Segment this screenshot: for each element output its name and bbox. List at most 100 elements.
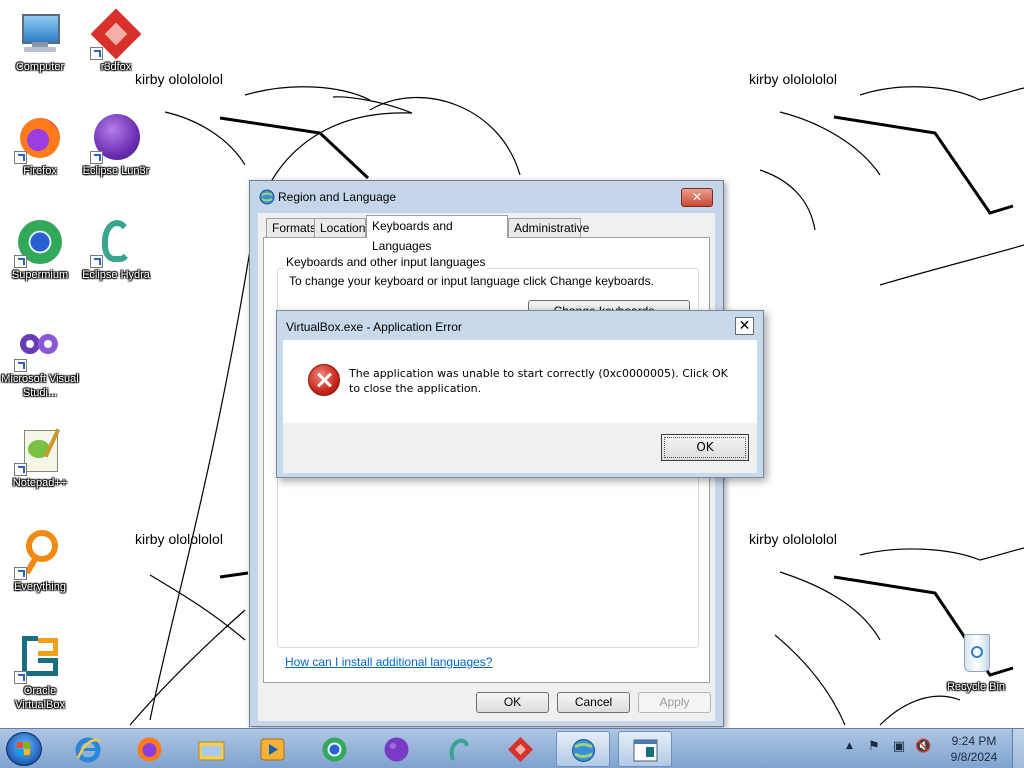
show-desktop-button[interactable] [1012,729,1024,768]
apply-button[interactable]: Apply [638,692,711,713]
taskbar-eclipse-lun3r[interactable] [370,731,424,767]
r3dfox-icon [90,8,142,60]
desktop-icon-label: Microsoft Visual Studi... [1,373,79,399]
group-title: Keyboards and other input languages [284,255,488,269]
desktop-icon-label: Firefox [23,165,57,177]
file-explorer-icon [198,741,225,761]
volume-muted-icon[interactable]: 🔇 [915,739,931,755]
error-close-button[interactable]: ✕ [735,317,754,335]
desktop-icon-label: Computer [15,61,65,73]
taskbar-media-player[interactable] [246,731,300,767]
close-icon: ✕ [738,318,751,334]
error-dialog-body: The application was unable to start corr… [283,340,757,473]
shortcut-arrow-icon [14,567,27,580]
cancel-button[interactable]: Cancel [557,692,630,713]
action-center-flag-icon[interactable]: ⚑ [866,739,882,755]
taskbar: ▲ ⚑ ▣ 🔇 9:24 PM 9/8/2024 [0,728,1024,768]
group-description: To change your keyboard or input languag… [289,274,654,288]
desktop-icon-r3dfox[interactable]: r3dfox [76,8,156,74]
start-button[interactable] [6,732,42,766]
globe-clock-icon [259,189,275,205]
window-title: Region and Language [278,190,397,204]
supermium-icon [14,218,64,268]
eclipse-hydra-icon [90,218,140,268]
taskbar-r3dfox[interactable] [494,731,548,767]
desktop-icon-supermium[interactable]: Supermium [0,218,80,282]
shortcut-arrow-icon [90,151,103,164]
virtualbox-window-icon [633,739,658,762]
visual-studio-icon [14,322,64,372]
tab-keyboards-and-languages[interactable]: Keyboards and Languages [366,215,508,253]
close-button[interactable]: ✕ [681,188,713,207]
taskbar-file-explorer[interactable] [185,731,239,767]
computer-icon [16,10,64,58]
error-icon [308,364,340,396]
error-dialog-title: VirtualBox.exe - Application Error [286,320,462,334]
taskbar-internet-explorer[interactable] [62,731,116,767]
tab-administrative[interactable]: Administrative [508,218,589,237]
network-icon[interactable]: ▣ [891,739,907,755]
desktop-icon-everything[interactable]: Everything [0,530,80,594]
firefox-icon [14,114,64,164]
kirby-sketch [759,86,1024,286]
shortcut-arrow-icon [14,151,27,164]
taskbar-virtualbox-error[interactable] [618,731,672,767]
shortcut-arrow-icon [90,255,103,268]
desktop-icon-label: Oracle VirtualBox [15,685,65,711]
ok-button[interactable]: OK [476,692,549,713]
shortcut-arrow-icon [14,463,27,476]
recycle-bin-icon [952,630,1000,678]
clock-date[interactable]: 9/8/2024 [944,750,1004,764]
shortcut-arrow-icon [14,359,27,372]
desktop-icon-firefox[interactable]: Firefox [0,114,80,178]
eclipse-lun3r-icon [384,737,409,762]
desktop-icon-label: Everything [14,581,66,593]
error-ok-button[interactable]: OK [661,434,749,461]
media-player-icon [260,738,285,761]
install-languages-link[interactable]: How can I install additional languages? [285,655,492,669]
virtualbox-icon [14,634,64,684]
everything-icon [14,530,64,580]
shortcut-arrow-icon [90,47,103,60]
desktop-icon-label: r3dfox [100,61,132,73]
wallpaper-caption: kirby ololololol [749,531,837,547]
wallpaper-caption: kirby ololololol [749,71,837,87]
window-titlebar[interactable]: Region and Language ✕ [250,181,723,213]
internet-explorer-icon [75,737,101,763]
desktop-icon-eclipse-lun3r[interactable]: Eclipse Lun3r [76,114,156,178]
region-language-icon [572,739,595,762]
desktop-icon-label: Eclipse Lun3r [82,165,150,177]
tab-formats[interactable]: Formats [266,218,316,237]
desktop-icon-label: Eclipse Hydra [82,269,150,281]
desktop-icon-computer[interactable]: Computer [0,10,80,74]
windows-logo-icon [17,742,30,755]
desktop-icon-label: Recycle Bin [946,681,1006,693]
tab-location[interactable]: Location [314,218,366,237]
desktop-icon-oracle-virtualbox[interactable]: Oracle VirtualBox [0,634,80,712]
desktop-icon-label: Notepad++ [12,477,68,489]
clock-time[interactable]: 9:24 PM [944,734,1004,748]
kirby-sketch [129,571,249,726]
eclipse-hydra-icon [449,738,469,761]
show-hidden-icons-button[interactable]: ▲ [846,741,853,751]
wallpaper-caption: kirby ololololol [135,531,223,547]
taskbar-supermium[interactable] [308,731,362,767]
shortcut-arrow-icon [14,671,27,684]
eclipse-lun3r-icon [90,114,140,164]
desktop-icon-notepad-plus-plus[interactable]: Notepad++ [0,426,80,490]
taskbar-region-and-language[interactable] [556,731,610,767]
r3dfox-icon [508,737,533,762]
application-error-dialog[interactable]: VirtualBox.exe - Application Error ✕ The… [276,310,764,478]
notepad-plus-plus-icon [14,426,64,476]
taskbar-eclipse-hydra[interactable] [432,731,486,767]
desktop-icon-recycle-bin[interactable]: Recycle Bin [936,630,1016,694]
close-icon: ✕ [691,190,703,204]
error-message: The application was unable to start corr… [349,367,728,395]
taskbar-firefox[interactable] [123,731,177,767]
desktop-icon-label: Supermium [11,269,69,281]
supermium-icon [322,737,347,762]
firefox-icon [137,737,162,762]
shortcut-arrow-icon [14,255,27,268]
desktop-icon-visual-studio[interactable]: Microsoft Visual Studi... [0,322,80,400]
desktop-icon-eclipse-hydra[interactable]: Eclipse Hydra [76,218,156,282]
